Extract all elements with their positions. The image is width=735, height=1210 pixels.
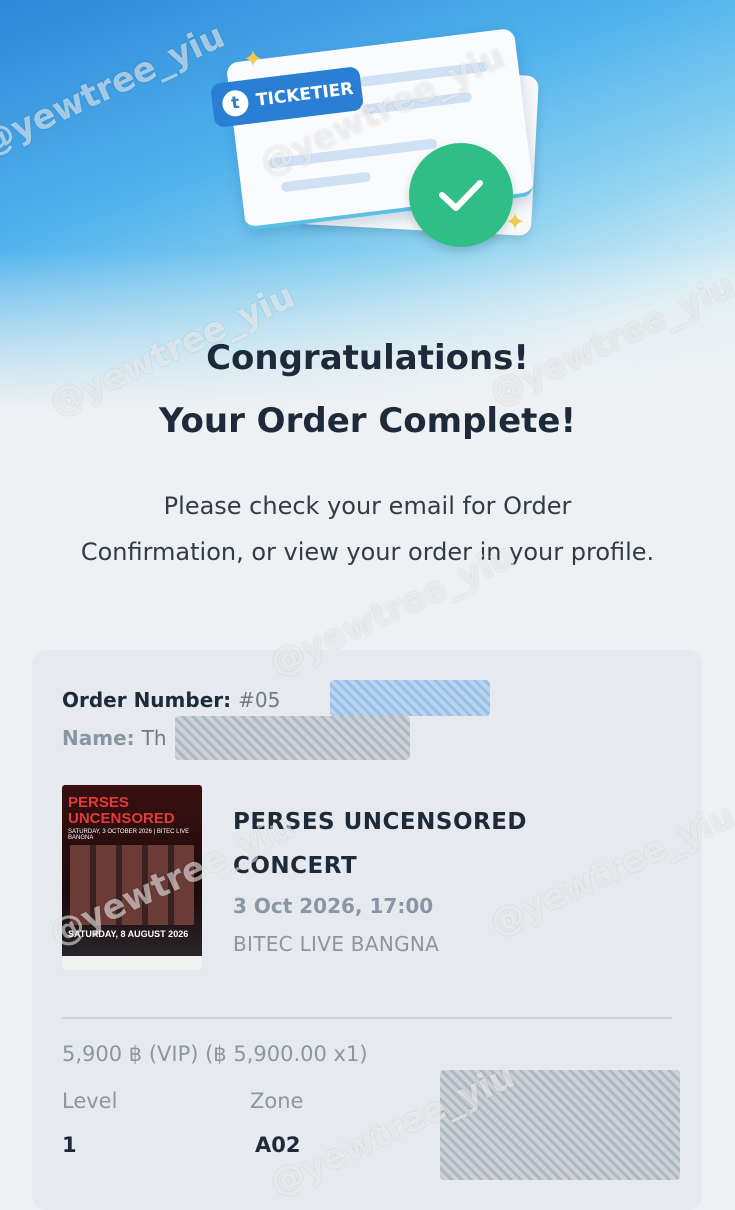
ticket-line [361, 91, 473, 115]
redaction [440, 1070, 680, 1180]
name-row: Name: Th [62, 726, 167, 750]
sparkle-icon: ✦ [505, 208, 526, 236]
order-number-value: #05 [238, 688, 281, 712]
ticket-price: 5,900 ฿ (VIP) (฿ 5,900.00 x1) [62, 1042, 368, 1066]
poster-title-line: UNCENSORED [68, 810, 175, 827]
checkmark-icon [439, 180, 483, 211]
poster-artists [70, 845, 194, 925]
divider [62, 1017, 672, 1019]
poster-sponsors [62, 956, 202, 970]
zone-value: A02 [255, 1133, 301, 1157]
sparkle-icon: ✦ [243, 45, 264, 73]
level-value: 1 [62, 1133, 77, 1157]
event-venue: BITEC LIVE BANGNA [233, 932, 440, 956]
poster-subtitle: SATURDAY, 3 OCTOBER 2026 | BITEC LIVE BA… [68, 829, 190, 841]
headline-line1: Congratulations! [206, 338, 529, 378]
headline-line2: Your Order Complete! [159, 401, 576, 441]
event-title: PERSES UNCENSORED CONCERT [233, 809, 528, 879]
ticketier-logo-icon: t [220, 88, 250, 118]
poster-title: PERSES UNCENSORED [68, 795, 175, 827]
redaction [175, 716, 410, 760]
poster-onsale: SATURDAY, 8 AUGUST 2026 [68, 929, 189, 939]
check-circle-icon [409, 143, 513, 247]
name-label: Name: [62, 726, 135, 750]
event-datetime: 3 Oct 2026, 17:00 [233, 894, 434, 918]
zone-label: Zone [250, 1089, 304, 1113]
level-label: Level [62, 1089, 118, 1113]
confirmation-message: Please check your email for Order Confir… [80, 492, 655, 566]
ticket-line [280, 171, 372, 193]
ticket-line [267, 138, 438, 169]
redaction [330, 680, 490, 716]
ticket-line [358, 61, 489, 88]
order-number-label: Order Number: [62, 688, 232, 712]
event-poster: PERSES UNCENSORED SATURDAY, 3 OCTOBER 20… [62, 785, 202, 970]
order-number-row: Order Number: #05 [62, 688, 280, 712]
name-value: Th [141, 726, 167, 750]
poster-title-line: PERSES [68, 794, 129, 811]
brand-name: TICKETIER [255, 78, 355, 111]
